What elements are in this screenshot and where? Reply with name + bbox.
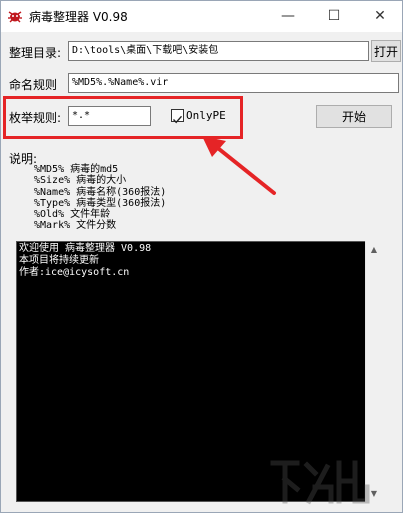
window-title: 病毒整理器 V0.98 <box>29 10 128 24</box>
description-line: %Mark% 文件分数 <box>34 220 117 232</box>
open-button[interactable]: 打开 <box>371 40 401 62</box>
naming-input[interactable]: %MD5%.%Name%.vir <box>68 73 399 93</box>
title-bar[interactable]: 病毒整理器 V0.98 — ☐ ✕ <box>1 1 402 32</box>
dir-label: 整理目录: <box>9 46 62 60</box>
console-line: 欢迎使用 病毒整理器 V0.98 <box>19 243 152 254</box>
virus-icon <box>8 11 22 23</box>
dir-input[interactable]: D:\tools\桌面\下载吧\安装包 <box>68 41 369 61</box>
console-line: 本项目将持续更新 <box>19 255 99 266</box>
description-line: %Size% 病毒的大小 <box>34 175 127 187</box>
description-line: %MD5% 病毒的md5 <box>34 164 119 175</box>
description-line: %Old% 文件年龄 <box>34 209 111 221</box>
description-line: %Type% 病毒类型(360报法) <box>34 197 167 209</box>
console-line: 作者:ice@icysoft.cn <box>19 267 130 278</box>
start-button[interactable]: 开始 <box>316 105 392 128</box>
app-window: 病毒整理器 V0.98 — ☐ ✕ 整理目录: D:\tools\桌面\下载吧\… <box>0 0 403 513</box>
naming-label: 命名规则 <box>9 78 58 92</box>
description-heading: 说明: <box>9 152 38 166</box>
description-list: %MD5% 病毒的md5 %Size% 病毒的大小 %Name% 病毒名称(36… <box>34 164 166 232</box>
description-line: %Name% 病毒名称(360报法) <box>34 186 167 198</box>
annotation-arrow-icon <box>202 136 276 195</box>
maximize-button[interactable]: ☐ <box>311 1 357 31</box>
minimize-button[interactable]: — <box>265 1 311 31</box>
close-button[interactable]: ✕ <box>357 1 403 31</box>
scroll-up-icon[interactable]: ▲ <box>366 241 382 257</box>
watermark-logo <box>270 460 370 505</box>
